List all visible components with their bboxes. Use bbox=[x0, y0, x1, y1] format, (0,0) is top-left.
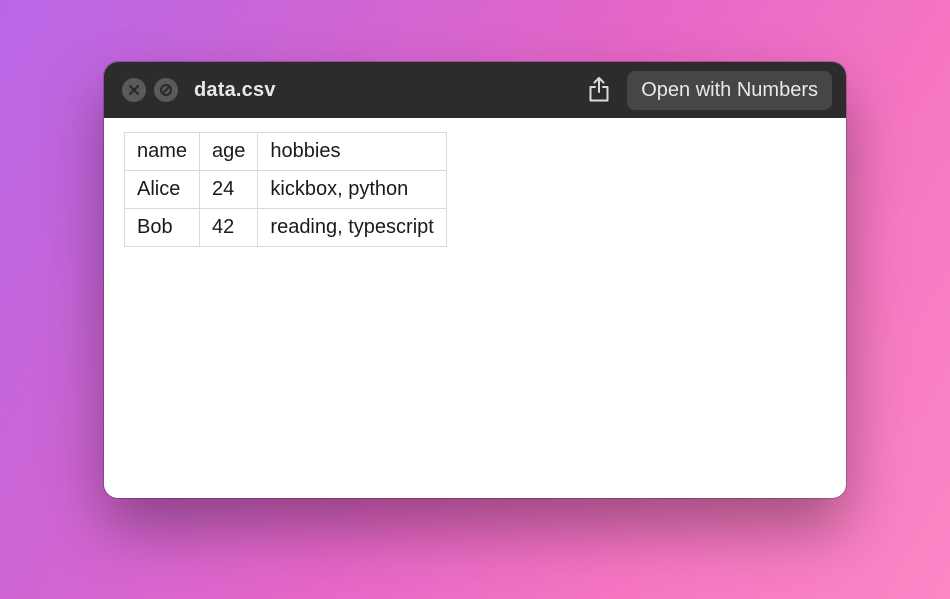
disabled-icon[interactable] bbox=[154, 78, 178, 102]
share-icon[interactable] bbox=[585, 75, 613, 105]
open-with-button[interactable]: Open with Numbers bbox=[627, 71, 832, 110]
content-area: name age hobbies Alice 24 kickbox, pytho… bbox=[104, 118, 846, 498]
table-cell: 42 bbox=[200, 209, 258, 247]
csv-table: name age hobbies Alice 24 kickbox, pytho… bbox=[124, 132, 447, 247]
preview-window: data.csv Open with Numbers name age bbox=[104, 62, 846, 498]
titlebar-right: Open with Numbers bbox=[585, 71, 832, 110]
table-cell: name bbox=[125, 133, 200, 171]
titlebar-left: data.csv bbox=[122, 78, 276, 102]
titlebar: data.csv Open with Numbers bbox=[104, 62, 846, 118]
table-cell: Bob bbox=[125, 209, 200, 247]
table-cell: 24 bbox=[200, 171, 258, 209]
table-cell: reading, typescript bbox=[258, 209, 446, 247]
table-row: name age hobbies bbox=[125, 133, 447, 171]
table-cell: Alice bbox=[125, 171, 200, 209]
table-cell: hobbies bbox=[258, 133, 446, 171]
table-row: Alice 24 kickbox, python bbox=[125, 171, 447, 209]
close-icon[interactable] bbox=[122, 78, 146, 102]
table-cell: age bbox=[200, 133, 258, 171]
window-title: data.csv bbox=[194, 79, 276, 102]
table-cell: kickbox, python bbox=[258, 171, 446, 209]
table-row: Bob 42 reading, typescript bbox=[125, 209, 447, 247]
